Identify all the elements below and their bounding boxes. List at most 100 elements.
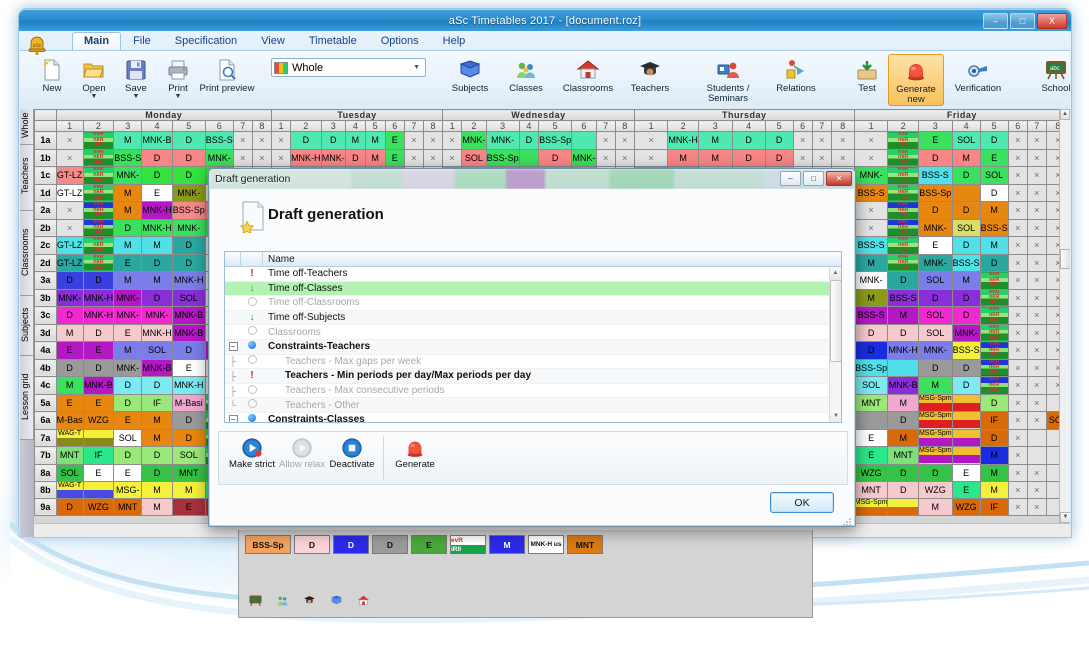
palette-chip[interactable]: evR iRII bbox=[450, 535, 486, 554]
row-label[interactable]: 8b bbox=[35, 481, 57, 498]
timetable-cell[interactable]: MNK- bbox=[918, 254, 952, 272]
timetable-cell[interactable]: WZG bbox=[918, 481, 952, 498]
timetable-cell[interactable]: MNK-H bbox=[142, 202, 173, 220]
timetable-cell[interactable]: D bbox=[918, 149, 952, 167]
timetable-cell[interactable]: BSS-Sp bbox=[172, 202, 205, 220]
timetable-cell[interactable]: D bbox=[291, 132, 322, 150]
save-button[interactable]: Save ▼ bbox=[115, 54, 157, 100]
timetable-cell-empty[interactable]: × bbox=[1027, 167, 1046, 185]
timetable-cell[interactable]: SOL bbox=[114, 429, 142, 447]
list-item[interactable]: Classrooms bbox=[225, 325, 841, 340]
timetable-cell[interactable]: MNK- bbox=[572, 149, 596, 167]
timetable-cell[interactable]: D bbox=[952, 377, 980, 395]
timetable-cell[interactable]: IF bbox=[83, 447, 114, 465]
timetable-cell-pattern[interactable]: evRnkRiRII bbox=[980, 324, 1008, 342]
timetable-cell-empty[interactable]: × bbox=[1008, 219, 1027, 237]
palette-chip[interactable]: M bbox=[489, 535, 525, 554]
timetable-cell-empty[interactable]: × bbox=[1008, 289, 1027, 307]
timetable-cell-pattern[interactable]: evRnkRiRII bbox=[980, 342, 1008, 360]
generate-new-button[interactable]: Generate new bbox=[888, 54, 944, 106]
timetable-cell-empty[interactable]: × bbox=[1008, 429, 1027, 447]
timetable-cell-empty[interactable]: × bbox=[1008, 464, 1027, 481]
timetable-cell[interactable]: GT-LZ bbox=[56, 184, 83, 202]
timetable-cell[interactable] bbox=[519, 149, 538, 167]
timetable-cell-empty[interactable]: × bbox=[233, 132, 252, 150]
timetable-cell[interactable]: M bbox=[142, 498, 173, 515]
palette-chip[interactable]: MNK-H us bbox=[528, 535, 564, 554]
list-item[interactable]: ├ Teachers - Max consecutive periods bbox=[225, 384, 841, 399]
timetable-cell[interactable]: MNK- bbox=[918, 219, 952, 237]
timetable-cell[interactable]: D bbox=[888, 412, 919, 430]
timetable-cell-pattern[interactable]: evRnkRiRII bbox=[888, 184, 919, 202]
timetable-cell[interactable]: D bbox=[952, 202, 980, 220]
sidebar-item-whole[interactable]: Whole bbox=[20, 109, 34, 145]
timetable-cell-empty[interactable]: × bbox=[56, 219, 83, 237]
tab-main[interactable]: Main bbox=[72, 32, 121, 50]
row-label[interactable]: 1a bbox=[35, 132, 57, 150]
timetable-cell-empty[interactable]: × bbox=[1008, 324, 1027, 342]
timetable-cell-pattern[interactable]: evRnkRiRII bbox=[83, 184, 114, 202]
timetable-cell[interactable]: D bbox=[854, 342, 888, 360]
timetable-cell[interactable]: M-Bas bbox=[56, 412, 83, 430]
timetable-cell[interactable]: D bbox=[142, 289, 173, 307]
timetable-cell[interactable]: SOL bbox=[172, 447, 205, 465]
timetable-cell[interactable]: E bbox=[952, 464, 980, 481]
timetable-cell[interactable]: GT-LZ bbox=[56, 237, 83, 255]
timetable-cell[interactable]: WZG bbox=[83, 412, 114, 430]
timetable-cell-empty[interactable]: × bbox=[1027, 254, 1046, 272]
list-item[interactable]: − Constraints-Classes bbox=[225, 413, 841, 423]
save-caret-icon[interactable]: ▼ bbox=[133, 94, 140, 100]
timetable-cell-empty[interactable]: × bbox=[615, 132, 634, 150]
generate-button[interactable]: Generate bbox=[390, 436, 440, 470]
timetable-cell[interactable]: BSS-S bbox=[980, 219, 1008, 237]
timetable-cell-empty[interactable]: × bbox=[1027, 394, 1046, 412]
timetable-cell[interactable]: D bbox=[732, 132, 765, 150]
list-item-expander[interactable]: ├ bbox=[225, 371, 241, 381]
open-caret-icon[interactable]: ▼ bbox=[91, 94, 98, 100]
timetable-cell[interactable]: D bbox=[114, 447, 142, 465]
timetable-cell[interactable]: MNK- bbox=[56, 289, 83, 307]
timetable-cell-empty[interactable]: × bbox=[423, 132, 442, 150]
timetable-cell[interactable]: MNK-B bbox=[172, 307, 205, 325]
timetable-cell-split[interactable]: WAG-T bbox=[56, 429, 83, 447]
timetable-cell-pattern[interactable]: evRnkRiRII bbox=[888, 167, 919, 185]
allow-relax-button[interactable]: Allow relax bbox=[277, 436, 327, 470]
timetable-cell-empty[interactable]: × bbox=[1008, 377, 1027, 395]
timetable-cell[interactable]: D bbox=[172, 342, 205, 360]
timetable-cell[interactable]: MNK-H bbox=[172, 272, 205, 290]
list-item[interactable]: − Constraints-Teachers bbox=[225, 340, 841, 355]
timetable-cell[interactable]: D bbox=[56, 272, 83, 290]
list-item[interactable]: ! Time off-Teachers bbox=[225, 267, 841, 282]
timetable-cell[interactable]: E bbox=[385, 149, 404, 167]
timetable-cell[interactable]: M bbox=[142, 412, 173, 430]
timetable-cell[interactable]: SOL bbox=[462, 149, 486, 167]
blackboard-icon[interactable] bbox=[249, 594, 262, 607]
timetable-cell[interactable]: SOL bbox=[854, 377, 888, 395]
timetable-cell[interactable]: M bbox=[980, 202, 1008, 220]
timetable-cell[interactable]: BSS-Sp bbox=[854, 359, 888, 377]
timetable-cell-empty[interactable]: × bbox=[1027, 342, 1046, 360]
sidebar-item-lesson-grid[interactable]: Lesson grid bbox=[20, 354, 34, 440]
timetable-cell-empty[interactable]: × bbox=[1027, 412, 1046, 430]
timetable-cell-empty[interactable]: × bbox=[1027, 307, 1046, 325]
timetable-cell-empty[interactable]: × bbox=[1008, 394, 1027, 412]
timetable-cell[interactable]: MNT bbox=[854, 481, 888, 498]
list-scroll-thumb[interactable] bbox=[830, 280, 842, 362]
timetable-cell[interactable]: SOL bbox=[952, 219, 980, 237]
subjects-button[interactable]: Subjects bbox=[442, 54, 498, 94]
timetable-cell[interactable]: MNK-B bbox=[142, 359, 173, 377]
timetable-cell[interactable]: D bbox=[888, 324, 919, 342]
view-scope-select[interactable]: Whole ▼ bbox=[271, 58, 426, 77]
timetable-cell[interactable]: IF bbox=[980, 498, 1008, 515]
timetable-cell[interactable] bbox=[952, 184, 980, 202]
timetable-cell-pattern[interactable]: evRnkRiRII bbox=[83, 132, 114, 150]
timetable-cell[interactable]: E bbox=[172, 498, 205, 515]
palette-chip[interactable]: D bbox=[333, 535, 369, 554]
row-label[interactable]: 3b bbox=[35, 289, 57, 307]
list-item[interactable]: ├ Teachers - Max gaps per week bbox=[225, 355, 841, 370]
grid-vertical-scrollbar[interactable]: ▲ ▼ bbox=[1059, 109, 1070, 523]
dialog-close-button[interactable]: ✕ bbox=[826, 171, 852, 186]
timetables-online-button[interactable]: TimeTables Online bbox=[1084, 54, 1089, 104]
constraints-list[interactable]: Name ! Time off-Teachers ↓ Time off-Clas… bbox=[224, 251, 842, 423]
timetable-cell[interactable]: M bbox=[114, 184, 142, 202]
